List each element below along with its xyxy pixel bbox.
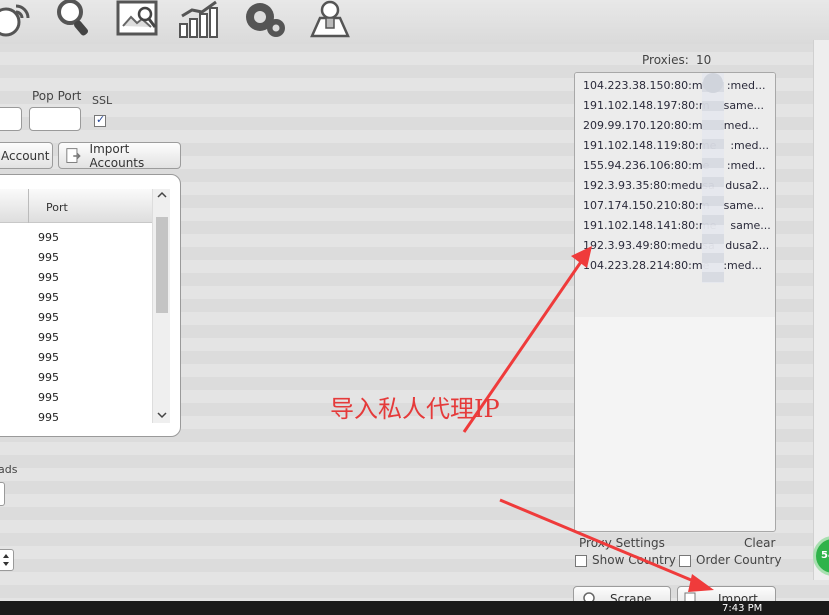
taskbar: 7:43 PM: [0, 601, 829, 615]
annotation-arrows: [462, 246, 714, 592]
arrowhead-import-button: [688, 574, 714, 592]
taskbar-clock: 7:43 PM: [722, 603, 763, 614]
arrow-to-import-button: [499, 498, 704, 587]
arrowhead-proxy-list: [571, 246, 592, 268]
annotation-text: 导入私人代理IP: [330, 395, 500, 423]
